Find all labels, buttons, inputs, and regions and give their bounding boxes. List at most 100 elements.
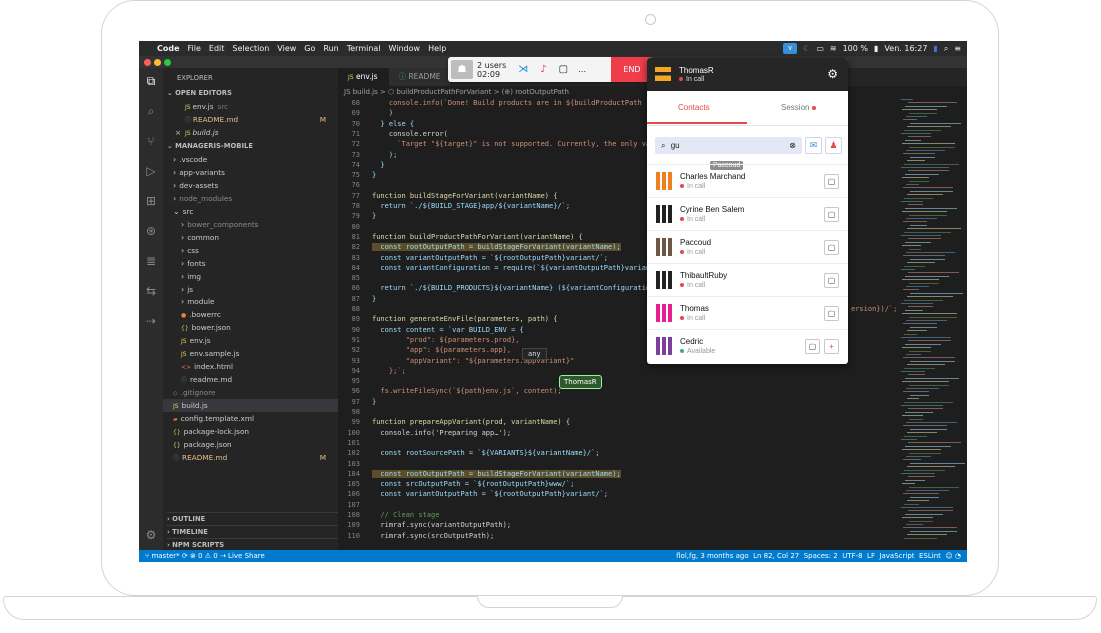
tree-item[interactable]: ▰ config.template.xml	[163, 412, 338, 425]
code-line[interactable]: );	[372, 151, 397, 159]
minimize-window-button[interactable]	[154, 59, 161, 66]
tree-item[interactable]: JS env.sample.js	[163, 347, 338, 360]
indent-status[interactable]: Spaces: 2	[804, 552, 838, 560]
code-line[interactable]: console.error(	[372, 130, 448, 138]
cursor-position[interactable]: Ln 82, Col 27	[753, 552, 799, 560]
tree-item[interactable]: › app-variants	[163, 166, 338, 179]
contact-row[interactable]: Charles Marchand In call ▢	[647, 164, 848, 198]
tree-item[interactable]: {} package-lock.json	[163, 425, 338, 438]
code-line[interactable]: }	[372, 171, 376, 179]
tab-readme[interactable]: ⓘ README	[388, 68, 452, 86]
blame-status[interactable]: flol,fg, 3 months ago	[676, 552, 749, 560]
contact-row[interactable]: Paccoud In call ▢	[647, 230, 848, 264]
menu-terminal[interactable]: Terminal	[343, 44, 385, 53]
code-line[interactable]: )	[372, 109, 393, 117]
feedback-icon[interactable]: ☺	[945, 552, 952, 560]
tree-item[interactable]: › img	[163, 270, 338, 283]
code-line[interactable]: rimraf.sync(variantOutputPath);	[372, 521, 511, 529]
tree-item[interactable]: › css	[163, 244, 338, 257]
tree-item[interactable]: {} package.json	[163, 438, 338, 451]
tree-item[interactable]: ◇ .gitignore	[163, 386, 338, 399]
code-line[interactable]: return `./${BUILD_STAGE}app/${variantNam…	[372, 202, 570, 210]
menu-view[interactable]: View	[273, 44, 300, 53]
tree-item[interactable]: › dev-assets	[163, 179, 338, 192]
remote-icon[interactable]: ⇆	[144, 284, 158, 298]
branch-status[interactable]: master*	[151, 552, 179, 560]
contact-row[interactable]: ThibaultRuby In call ▢	[647, 263, 848, 297]
extensions-icon[interactable]: ⊞	[144, 194, 158, 208]
sync-icon[interactable]: ⟳	[182, 552, 188, 560]
tray-moon-icon[interactable]: ☾	[803, 44, 810, 53]
eol-status[interactable]: LF	[867, 552, 875, 560]
encoding-status[interactable]: UTF-8	[842, 552, 862, 560]
message-contact-button[interactable]: ▢	[805, 339, 820, 354]
tab-contacts[interactable]: Contacts	[678, 103, 710, 112]
tree-item[interactable]: › common	[163, 231, 338, 244]
project-header[interactable]: ⌄ MANAGERIS-MOBILE	[167, 140, 342, 153]
message-contact-button[interactable]: ▢	[824, 240, 839, 255]
source-control-icon[interactable]: ⑂	[144, 134, 158, 148]
code-line[interactable]: }	[372, 295, 376, 303]
microphone-icon[interactable]: ♪	[540, 64, 546, 75]
code-line[interactable]: } else {	[372, 120, 414, 128]
files-icon[interactable]: ⧉	[144, 74, 158, 88]
open-editors-header[interactable]: ⌄ OPEN EDITORS	[167, 87, 342, 100]
menu-selection[interactable]: Selection	[228, 44, 273, 53]
code-line[interactable]: };`;	[372, 367, 406, 375]
clock[interactable]: Ven. 16:27	[884, 44, 927, 53]
code-line[interactable]: function buildStageForVariant(variantNam…	[372, 192, 557, 200]
code-line[interactable]: const rootOutputPath = buildStageForVari…	[372, 469, 621, 478]
contact-row[interactable]: Cyrine Ben Salem In call ▢	[647, 197, 848, 231]
menu-help[interactable]: Help	[424, 44, 450, 53]
code-line[interactable]: const variantOutputPath = `${rootOutputP…	[372, 490, 608, 498]
invite-email-button[interactable]: ✉	[805, 137, 822, 154]
code-line[interactable]: const rootOutputPath = buildStageForVari…	[372, 243, 621, 252]
menu-app[interactable]: Code	[153, 44, 184, 53]
minimap[interactable]	[899, 99, 967, 549]
code-line[interactable]: return `./${BUILD_PRODUCTS}${variantName…	[372, 284, 654, 292]
tray-app-icon[interactable]: ⋎	[783, 43, 798, 54]
menu-window[interactable]: Window	[385, 44, 425, 53]
open-editor-item[interactable]: JS env.js src	[163, 100, 338, 113]
liveshare-status[interactable]: Live Share	[228, 552, 265, 560]
code-line[interactable]: function buildProductPathForVariant(vari…	[372, 233, 583, 241]
message-contact-button[interactable]: ▢	[824, 207, 839, 222]
code-line[interactable]: `Target "${target}" is not supported. Cu…	[372, 140, 650, 148]
settings-gear-icon[interactable]: ⚙	[144, 528, 158, 542]
tree-item[interactable]: {} bower.json	[163, 321, 338, 334]
tree-item[interactable]: › bower_components	[163, 218, 338, 231]
language-status[interactable]: JavaScript	[879, 552, 914, 560]
notifications-icon[interactable]: ◔	[955, 552, 961, 560]
spotlight-icon[interactable]: ⌕	[944, 44, 948, 54]
code-line[interactable]: "prod": ${parameters.prod},	[372, 336, 520, 344]
tree-item[interactable]: › module	[163, 295, 338, 308]
control-center-icon[interactable]: ≡	[954, 44, 961, 53]
call-contact-button[interactable]: +	[824, 339, 839, 354]
tree-item[interactable]: <> index.html	[163, 360, 338, 373]
settings-gear-icon[interactable]: ⚙	[827, 67, 838, 81]
code-line[interactable]: function generateEnvFile(parameters, pat…	[372, 315, 557, 323]
open-editor-item[interactable]: ⓘ README.md M	[163, 113, 338, 126]
code-line[interactable]: const rootSourcePath = `${VARIANTS}${var…	[372, 449, 599, 457]
code-line[interactable]: function prepareAppVariant(prod, variant…	[372, 418, 570, 426]
code-line[interactable]: console.info('Preparing app…');	[372, 429, 511, 437]
tree-item[interactable]: ⓘ README.md M	[163, 451, 338, 464]
code-line[interactable]: rimraf.sync(srcOutputPath);	[372, 532, 494, 540]
menu-edit[interactable]: Edit	[205, 44, 229, 53]
tree-item[interactable]: › .vscode	[163, 153, 338, 166]
tree-item[interactable]: › node_modules	[163, 192, 338, 205]
close-window-button[interactable]	[144, 59, 151, 66]
code-line[interactable]: console.info(`Done! Build products are i…	[372, 99, 642, 107]
code-line[interactable]: // Clean stage	[372, 511, 439, 519]
menu-run[interactable]: Run	[319, 44, 342, 53]
timeline-icon[interactable]: ⊛	[144, 224, 158, 238]
contact-search[interactable]: ⌕ gu ⊗	[655, 137, 802, 154]
code-line[interactable]: const content = `var BUILD_ENV = {	[372, 326, 523, 334]
code-line[interactable]: const variantOutputPath = `${rootOutputP…	[372, 254, 608, 262]
tray-display-icon[interactable]: ▭	[816, 44, 824, 53]
code-line[interactable]: }	[372, 398, 376, 406]
battery-icon[interactable]: ▮	[874, 44, 878, 53]
outline-header[interactable]: › OUTLINE	[167, 512, 342, 526]
wifi-icon[interactable]: ≋	[830, 44, 837, 53]
menu-go[interactable]: Go	[300, 44, 319, 53]
